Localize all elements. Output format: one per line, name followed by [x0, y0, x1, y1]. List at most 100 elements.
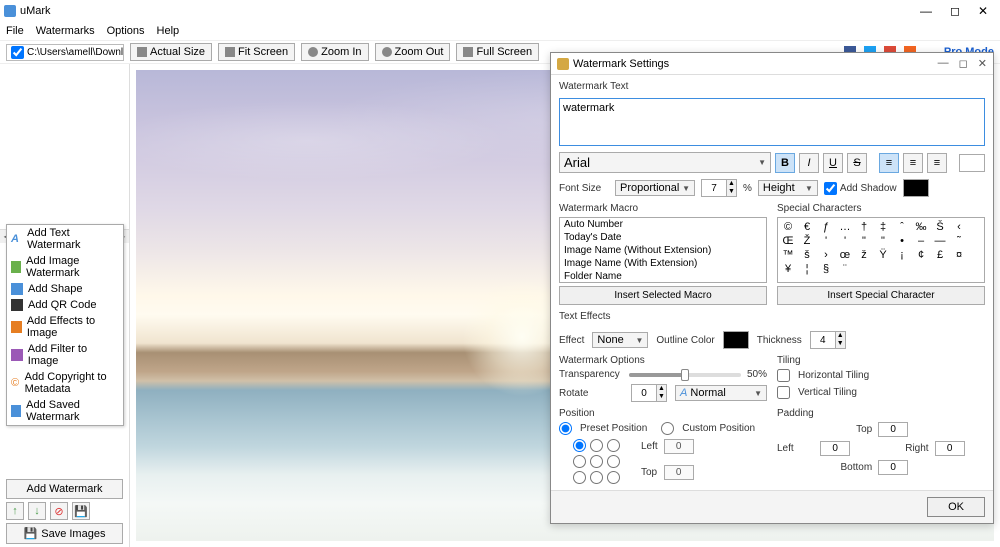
special-char[interactable]: ¡ — [895, 249, 909, 261]
special-char[interactable]: ¢ — [914, 249, 928, 261]
watermark-text-input[interactable]: watermark — [559, 98, 985, 146]
move-up-button[interactable]: ↑ — [6, 502, 24, 520]
font-family-select[interactable]: Arial▼ — [559, 152, 771, 173]
dialog-maximize-button[interactable]: ◻ — [959, 57, 968, 70]
image-path-box[interactable]: C:\Users\amell\Downloads\frank-n — [6, 44, 124, 61]
dialog-close-button[interactable]: ✕ — [978, 57, 987, 70]
v-tiling-checkbox[interactable] — [777, 386, 790, 399]
menu-add-text-watermark[interactable]: AAdd Text Watermark — [7, 225, 123, 253]
special-char[interactable]: ¦ — [800, 263, 814, 275]
menu-add-image-watermark[interactable]: Add Image Watermark — [7, 253, 123, 281]
fit-screen-button[interactable]: Fit Screen — [218, 43, 295, 61]
special-char[interactable]: … — [838, 221, 852, 233]
special-char[interactable]: ‹ — [952, 221, 966, 233]
add-watermark-button[interactable]: Add Watermark — [6, 479, 123, 499]
pad-top-input[interactable] — [878, 422, 908, 437]
font-size-ref-select[interactable]: Height▼ — [758, 180, 818, 196]
pad-bottom-input[interactable] — [878, 460, 908, 475]
full-screen-button[interactable]: Full Screen — [456, 43, 539, 61]
special-chars-box[interactable]: ©€ƒ…†‡ˆ‰Š‹ŒŽ''""•–—˜™š›œžŸ¡¢£¤¥¦§¨ — [777, 217, 985, 283]
special-char[interactable]: ' — [819, 235, 833, 247]
special-char[interactable]: ‡ — [876, 221, 890, 233]
special-char[interactable]: ' — [838, 235, 852, 247]
italic-button[interactable]: I — [799, 153, 819, 173]
flip-select[interactable]: A Normal▼ — [675, 385, 767, 401]
special-char[interactable]: ž — [857, 249, 871, 261]
special-char[interactable]: œ — [838, 249, 852, 261]
font-size-spinner[interactable]: ▲▼ — [701, 179, 737, 197]
menu-add-shape[interactable]: Add Shape — [7, 281, 123, 297]
pad-right-input[interactable] — [935, 441, 965, 456]
special-char[interactable]: – — [914, 235, 928, 247]
image-path-checkbox[interactable] — [11, 46, 24, 59]
menu-add-copyright[interactable]: ©Add Copyright to Metadata — [7, 369, 123, 397]
strikethrough-button[interactable]: S — [847, 153, 867, 173]
menu-add-saved[interactable]: Add Saved Watermark — [7, 397, 123, 425]
align-left-button[interactable]: ≡ — [879, 153, 899, 173]
insert-macro-button[interactable]: Insert Selected Macro — [559, 286, 767, 305]
save-watermark-button[interactable]: 💾 — [72, 502, 90, 520]
move-down-button[interactable]: ↓ — [28, 502, 46, 520]
save-images-button[interactable]: 💾Save Images — [6, 523, 123, 544]
transparency-slider[interactable] — [629, 373, 741, 377]
align-right-button[interactable]: ≡ — [927, 153, 947, 173]
special-char[interactable]: ¤ — [952, 249, 966, 261]
special-char[interactable]: Ž — [800, 235, 814, 247]
macro-item[interactable]: Today's Date — [560, 231, 766, 244]
menu-help[interactable]: Help — [157, 25, 180, 37]
maximize-button[interactable]: ◻ — [950, 4, 960, 18]
special-char[interactable]: ˆ — [895, 221, 909, 233]
underline-button[interactable]: U — [823, 153, 843, 173]
menu-watermarks[interactable]: Watermarks — [36, 25, 95, 37]
text-color-picker[interactable] — [959, 154, 985, 172]
dialog-minimize-button[interactable]: — — [938, 57, 949, 70]
shadow-color-picker[interactable] — [903, 179, 929, 197]
menu-file[interactable]: File — [6, 25, 24, 37]
special-char[interactable]: Ÿ — [876, 249, 890, 261]
special-char[interactable]: š — [800, 249, 814, 261]
menu-add-filter[interactable]: Add Filter to Image — [7, 341, 123, 369]
special-char[interactable]: Œ — [781, 235, 795, 247]
h-tiling-checkbox[interactable] — [777, 369, 790, 382]
macro-item[interactable]: Image Name (With Extension) — [560, 257, 766, 270]
special-char[interactable]: " — [857, 235, 871, 247]
zoom-out-button[interactable]: Zoom Out — [375, 43, 451, 61]
special-char[interactable]: ™ — [781, 249, 795, 261]
position-grid[interactable] — [573, 439, 621, 484]
thickness-spinner[interactable]: ▲▼ — [810, 331, 846, 349]
effect-select[interactable]: None▼ — [592, 332, 648, 348]
special-char[interactable]: ƒ — [819, 221, 833, 233]
special-char[interactable]: ¨ — [838, 263, 852, 275]
macro-item[interactable]: Image Name (Without Extension) — [560, 244, 766, 257]
menu-add-qr-code[interactable]: Add QR Code — [7, 297, 123, 313]
align-center-button[interactable]: ≡ — [903, 153, 923, 173]
special-char[interactable]: Š — [933, 221, 947, 233]
minimize-button[interactable]: — — [920, 4, 932, 18]
pad-left-input[interactable] — [820, 441, 850, 456]
special-char[interactable]: ‰ — [914, 221, 928, 233]
outline-color-picker[interactable] — [723, 331, 749, 349]
close-button[interactable]: ✕ — [978, 4, 988, 18]
add-shadow-checkbox[interactable] — [824, 182, 837, 195]
bold-button[interactable]: B — [775, 153, 795, 173]
special-char[interactable]: £ — [933, 249, 947, 261]
menu-add-effects[interactable]: Add Effects to Image — [7, 313, 123, 341]
insert-char-button[interactable]: Insert Special Character — [777, 286, 985, 305]
rotate-spinner[interactable]: ▲▼ — [631, 384, 667, 402]
custom-top-input[interactable] — [664, 465, 694, 480]
special-char[interactable]: € — [800, 221, 814, 233]
preset-position-radio[interactable] — [559, 422, 572, 435]
dialog-titlebar[interactable]: Watermark Settings — ◻ ✕ — [551, 53, 993, 75]
custom-position-radio[interactable] — [661, 422, 674, 435]
special-char[interactable]: — — [933, 235, 947, 247]
macro-item[interactable]: Auto Number — [560, 218, 766, 231]
actual-size-button[interactable]: Actual Size — [130, 43, 212, 61]
macro-listbox[interactable]: Auto Number Today's Date Image Name (Wit… — [559, 217, 767, 283]
special-char[interactable]: § — [819, 263, 833, 275]
delete-button[interactable]: ⊘ — [50, 502, 68, 520]
custom-left-input[interactable] — [664, 439, 694, 454]
special-char[interactable]: " — [876, 235, 890, 247]
special-char[interactable]: ˜ — [952, 235, 966, 247]
special-char[interactable]: © — [781, 221, 795, 233]
zoom-in-button[interactable]: Zoom In — [301, 43, 368, 61]
